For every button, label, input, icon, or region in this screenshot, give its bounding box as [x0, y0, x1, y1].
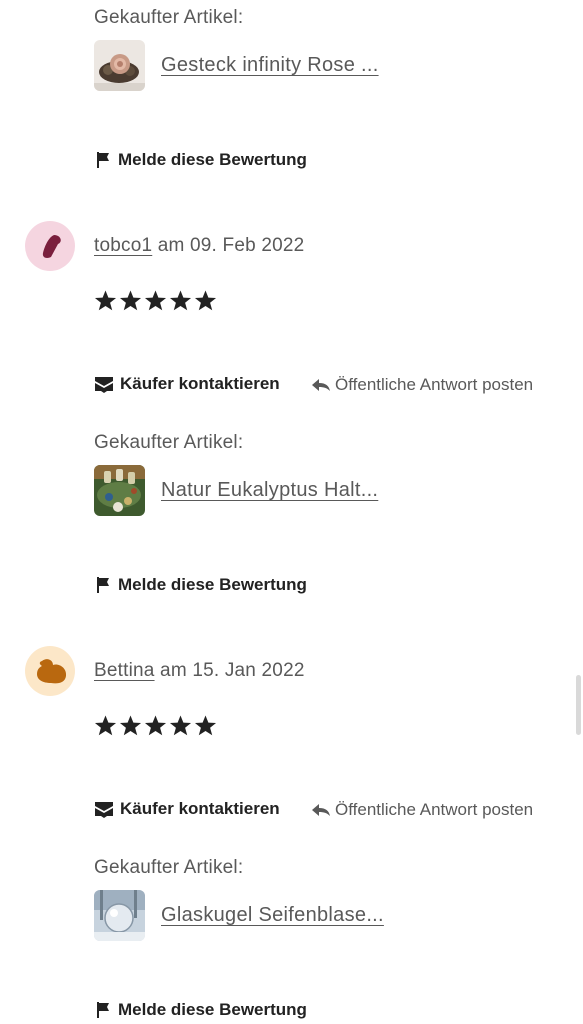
eucalyptus-holder-image — [94, 465, 145, 516]
star-rating — [94, 714, 217, 737]
star-icon — [144, 290, 167, 311]
report-review-label: Melde diese Bewertung — [118, 150, 307, 169]
review-date: 09. Feb 2022 — [190, 235, 305, 256]
item-thumbnail[interactable] — [94, 890, 145, 941]
envelope-icon — [95, 377, 113, 393]
item-thumbnail[interactable] — [94, 40, 145, 91]
star-icon — [194, 715, 217, 736]
avatar[interactable] — [25, 646, 75, 696]
item-link[interactable]: Gesteck infinity Rose ... — [161, 54, 379, 77]
public-reply-label: Öffentliche Antwort posten — [335, 800, 534, 819]
contact-buyer-label: Käufer kontaktieren — [120, 799, 280, 818]
contact-buyer-button[interactable]: Käufer kontaktieren — [94, 374, 280, 394]
reviewer-name-link[interactable]: tobco1 — [94, 235, 152, 256]
public-reply-button[interactable]: Öffentliche Antwort posten — [311, 800, 533, 820]
report-review-label: Melde diese Bewertung — [118, 1000, 307, 1019]
envelope-icon — [95, 802, 113, 818]
date-prefix: am — [160, 660, 187, 681]
review-date: 15. Jan 2022 — [192, 660, 305, 681]
reviewer-name-link[interactable]: Bettina — [94, 660, 155, 681]
avatar[interactable] — [25, 221, 75, 271]
reply-arrow-icon — [312, 379, 330, 391]
report-review-button[interactable]: Melde diese Bewertung — [94, 575, 307, 595]
star-icon — [94, 715, 117, 736]
rose-arrangement-image — [94, 40, 145, 91]
contact-buyer-label: Käufer kontaktieren — [120, 374, 280, 393]
purchased-item-label: Gekaufter Artikel: — [94, 7, 244, 28]
report-review-button[interactable]: Melde diese Bewertung — [94, 1000, 307, 1020]
star-icon — [119, 290, 142, 311]
report-review-label: Melde diese Bewertung — [118, 575, 307, 594]
star-icon — [144, 715, 167, 736]
purchased-item-label: Gekaufter Artikel: — [94, 857, 244, 878]
reviewer-line: tobco1 am 09. Feb 2022 — [94, 235, 304, 257]
scrollbar[interactable] — [576, 675, 581, 735]
item-link[interactable]: Glaskugel Seifenblase... — [161, 904, 384, 927]
public-reply-button[interactable]: Öffentliche Antwort posten — [311, 375, 533, 395]
avatar-shape-icon — [42, 235, 61, 258]
public-reply-label: Öffentliche Antwort posten — [335, 375, 534, 394]
star-icon — [194, 290, 217, 311]
date-prefix: am — [157, 235, 185, 256]
flag-icon — [97, 152, 109, 168]
avatar-shape-icon — [37, 659, 67, 684]
purchased-item-label: Gekaufter Artikel: — [94, 432, 244, 453]
reply-arrow-icon — [312, 804, 330, 816]
star-icon — [169, 715, 192, 736]
star-icon — [169, 290, 192, 311]
flag-icon — [97, 1002, 109, 1018]
item-link[interactable]: Natur Eukalyptus Halt... — [161, 479, 378, 502]
flag-icon — [97, 577, 109, 593]
star-icon — [119, 715, 142, 736]
contact-buyer-button[interactable]: Käufer kontaktieren — [94, 799, 280, 819]
report-review-button[interactable]: Melde diese Bewertung — [94, 150, 307, 170]
star-rating — [94, 289, 217, 312]
star-icon — [94, 290, 117, 311]
item-thumbnail[interactable] — [94, 465, 145, 516]
reviewer-line: Bettina am 15. Jan 2022 — [94, 660, 305, 682]
glass-ball-image — [94, 890, 145, 941]
